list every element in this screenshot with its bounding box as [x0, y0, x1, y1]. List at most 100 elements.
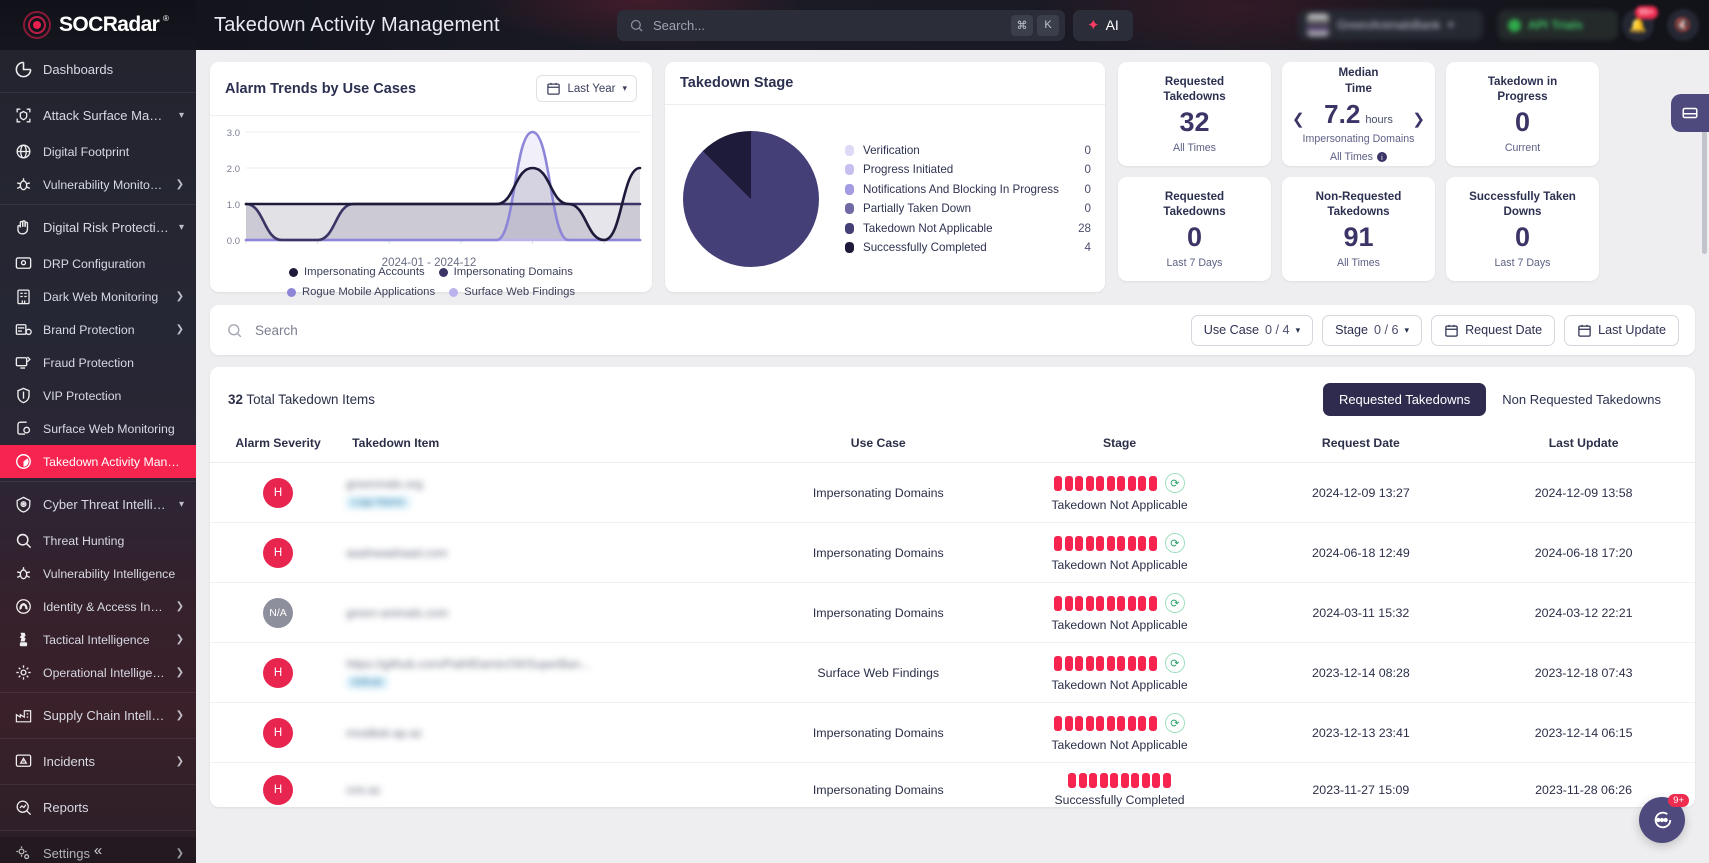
sidebar-item-digital-risk-protection[interactable]: Digital Risk Protection ▾ [0, 208, 196, 247]
sidebar-item-label: Dashboards [43, 62, 114, 77]
stat-card-takedown-in-progress: Takedown in Progress 0 Current [1446, 62, 1599, 166]
sidebar-item-dashboards[interactable]: Dashboards [0, 50, 196, 89]
attack-surface-icon [14, 106, 33, 125]
sidebar-item-vip-protection[interactable]: VIP Protection [0, 379, 196, 412]
table-row[interactable]: N/A green-animals.com Impersonating Domain… [210, 582, 1695, 643]
chat-support-button[interactable]: 9+ [1639, 794, 1689, 843]
cell-takedown-item[interactable]: moalbat-ap.az [346, 702, 767, 763]
refresh-icon[interactable]: ⟳ [1164, 533, 1185, 553]
sidebar-item-vulnerability-intelligence[interactable]: Vulnerability Intelligence [0, 557, 196, 590]
refresh-icon[interactable]: ⟳ [1164, 713, 1185, 733]
table-row[interactable]: Hmoalbat-ap.az Impersonating Domains ⟳ Take… [210, 702, 1695, 763]
toggle-requested-takedowns[interactable]: Requested Takedowns [1322, 383, 1487, 416]
sidebar-item-operational-intelligence[interactable]: Operational Intelligence ❯ [0, 656, 196, 689]
pie-legend-item[interactable]: Verification 0 [845, 141, 1091, 160]
column-header-last-update[interactable]: Last Update [1472, 424, 1695, 463]
chevron-right-icon: ❯ [175, 179, 184, 190]
sidebar-item-label: Cyber Threat Intelligence [43, 497, 169, 512]
sparkle-icon: ✦ [1087, 16, 1100, 34]
sidebar-item-label: Threat Hunting [43, 533, 125, 548]
stat-cards-grid: Requested Takedowns 32 All Times ❮ ❯ Median Tim… [1118, 62, 1599, 281]
filter-use-case[interactable]: Use Case 0 / 4 ▾ [1190, 314, 1314, 346]
sidebar-item-vulnerability-monitoring[interactable]: Vulnerability Monitoring ❯ [0, 168, 196, 201]
table-search-input[interactable] [243, 322, 1191, 338]
global-search[interactable]: ⌘ K [617, 9, 1065, 41]
cell-takedown-item[interactable]: green-animals.com [346, 582, 767, 643]
global-search-input[interactable] [644, 17, 1007, 33]
pie-legend-item[interactable]: Notifications And Blocking In Progress 0 [845, 180, 1091, 199]
stat-title: Non-Requested Takedowns [1315, 189, 1402, 218]
speaker-mute-icon: 🔇 [1674, 17, 1692, 32]
refresh-icon[interactable]: ⟳ [1164, 473, 1185, 493]
takedown-item-tag: Github [346, 675, 388, 689]
sidebar-item-supply-chain-intelligence[interactable]: Supply Chain Intelligence ❯ [0, 696, 196, 735]
filter-last-update[interactable]: Last Update [1564, 314, 1679, 346]
stage-pip [1120, 773, 1129, 788]
table-row[interactable]: Hhttps://github.com/PathfDamin/34/SuperB… [210, 642, 1695, 703]
table-row[interactable]: Haaahwaahaad.com Impersonating Domains ⟳ Ta… [210, 522, 1695, 583]
severity-badge: H [263, 775, 294, 805]
sidebar-item-reports[interactable]: Reports [0, 788, 196, 827]
sidebar-item-dark-web-monitoring[interactable]: Dark Web Monitoring ❯ [0, 280, 196, 313]
ai-button[interactable]: ✦ AI [1073, 9, 1133, 41]
sound-toggle-button[interactable]: 🔇 [1667, 9, 1699, 41]
sidebar-item-identity-access-intelligence[interactable]: Identity & Access Intelligence ❯ [0, 590, 196, 623]
sidebar-item-brand-protection[interactable]: Brand Protection ❯ [0, 313, 196, 346]
sidebar-item-incidents[interactable]: Incidents ❯ [0, 742, 196, 781]
median-next-button[interactable]: ❯ [1412, 110, 1425, 128]
legend-item[interactable]: Rogue Mobile Applications [286, 286, 435, 298]
cell-request-date: 2023-12-14 08:28 [1249, 642, 1473, 703]
cell-takedown-item[interactable]: greenmals.org Logo Name [346, 462, 767, 523]
column-header-alarm-severity[interactable]: Alarm Severity [210, 424, 347, 463]
filter-request-date[interactable]: Request Date [1431, 314, 1556, 346]
sidebar-collapse-button[interactable]: « [0, 837, 196, 863]
sidebar-item-threat-hunting[interactable]: Threat Hunting [0, 524, 196, 557]
date-range-selector[interactable]: Last Year ▾ [535, 75, 637, 102]
brand-logo-area[interactable]: SOCRadar ® [0, 0, 196, 50]
pie-legend-item[interactable]: Takedown Not Applicable 28 [845, 218, 1091, 237]
info-icon[interactable]: i [1376, 152, 1387, 162]
refresh-icon[interactable]: ⟳ [1164, 593, 1185, 613]
notifications-button[interactable]: 🔔 99+ [1622, 6, 1658, 41]
filter-stage[interactable]: Stage 0 / 6 ▾ [1322, 314, 1423, 346]
legend-color-swatch [845, 222, 854, 234]
cell-takedown-item[interactable]: https://github.com/PathfDamin/34/SuperBa… [346, 642, 767, 703]
pie-legend-item[interactable]: Partially Taken Down 0 [845, 199, 1091, 218]
refresh-icon[interactable]: ⟳ [1164, 653, 1185, 673]
stat-value: 32 [1179, 107, 1210, 138]
column-header-stage[interactable]: Stage [989, 424, 1250, 463]
vip-icon [14, 386, 33, 405]
alarm-trends-title: Alarm Trends by Use Cases [225, 80, 417, 97]
column-header-use-case[interactable]: Use Case [766, 424, 990, 463]
legend-item[interactable]: Surface Web Findings [449, 286, 575, 298]
sidebar-item-drp-configuration[interactable]: DRP Configuration [0, 247, 196, 280]
cell-request-date: 2024-06-18 12:49 [1249, 522, 1473, 583]
stage-pip [1075, 535, 1084, 551]
cell-takedown-item[interactable]: cmi.az [346, 762, 767, 807]
table-row[interactable]: Hgreenmals.org Logo Name Impersonating Dom… [210, 462, 1695, 523]
column-header-takedown-item[interactable]: Takedown Item [346, 424, 767, 463]
api-trials-chip[interactable]: API Trials [1498, 10, 1618, 40]
org-switcher[interactable]: GreenAnimalsBank ▾ [1298, 10, 1483, 40]
cell-takedown-item[interactable]: aaahwaahaad.com [346, 522, 767, 583]
sidebar-item-surface-web-monitoring[interactable]: Surface Web Monitoring [0, 412, 196, 445]
sidebar-item-attack-surface-management[interactable]: Attack Surface Management ▾ [0, 96, 196, 135]
table-row[interactable]: Hcmi.az Impersonating Domains Successfully… [210, 762, 1695, 807]
sidebar-item-cyber-threat-intelligence[interactable]: Cyber Threat Intelligence ▾ [0, 485, 196, 524]
takedown-items-table-card: 32 Total Takedown Items Requested Takedo… [210, 367, 1695, 807]
sidebar-item-tactical-intelligence[interactable]: Tactical Intelligence ❯ [0, 623, 196, 656]
median-prev-button[interactable]: ❮ [1292, 110, 1305, 128]
stage-pip [1054, 715, 1063, 731]
stage-pip [1141, 773, 1150, 788]
chat-icon [1654, 811, 1672, 829]
sidebar-item-fraud-protection[interactable]: Fraud Protection [0, 346, 196, 379]
pie-legend-item[interactable]: Successfully Completed 4 [845, 238, 1091, 257]
stage-pip [1096, 475, 1105, 491]
legend-color-swatch [845, 241, 854, 253]
toggle-non-requested-takedowns[interactable]: Non Requested Takedowns [1486, 383, 1677, 416]
sidebar-item-takedown-activity-management[interactable]: Takedown Activity Management [0, 445, 196, 478]
sidebar-item-digital-footprint[interactable]: Digital Footprint [0, 135, 196, 168]
column-header-request-date[interactable]: Request Date [1249, 424, 1473, 463]
pie-legend-item[interactable]: Progress Initiated 0 [845, 160, 1091, 179]
side-panel-tab-button[interactable] [1671, 94, 1709, 132]
